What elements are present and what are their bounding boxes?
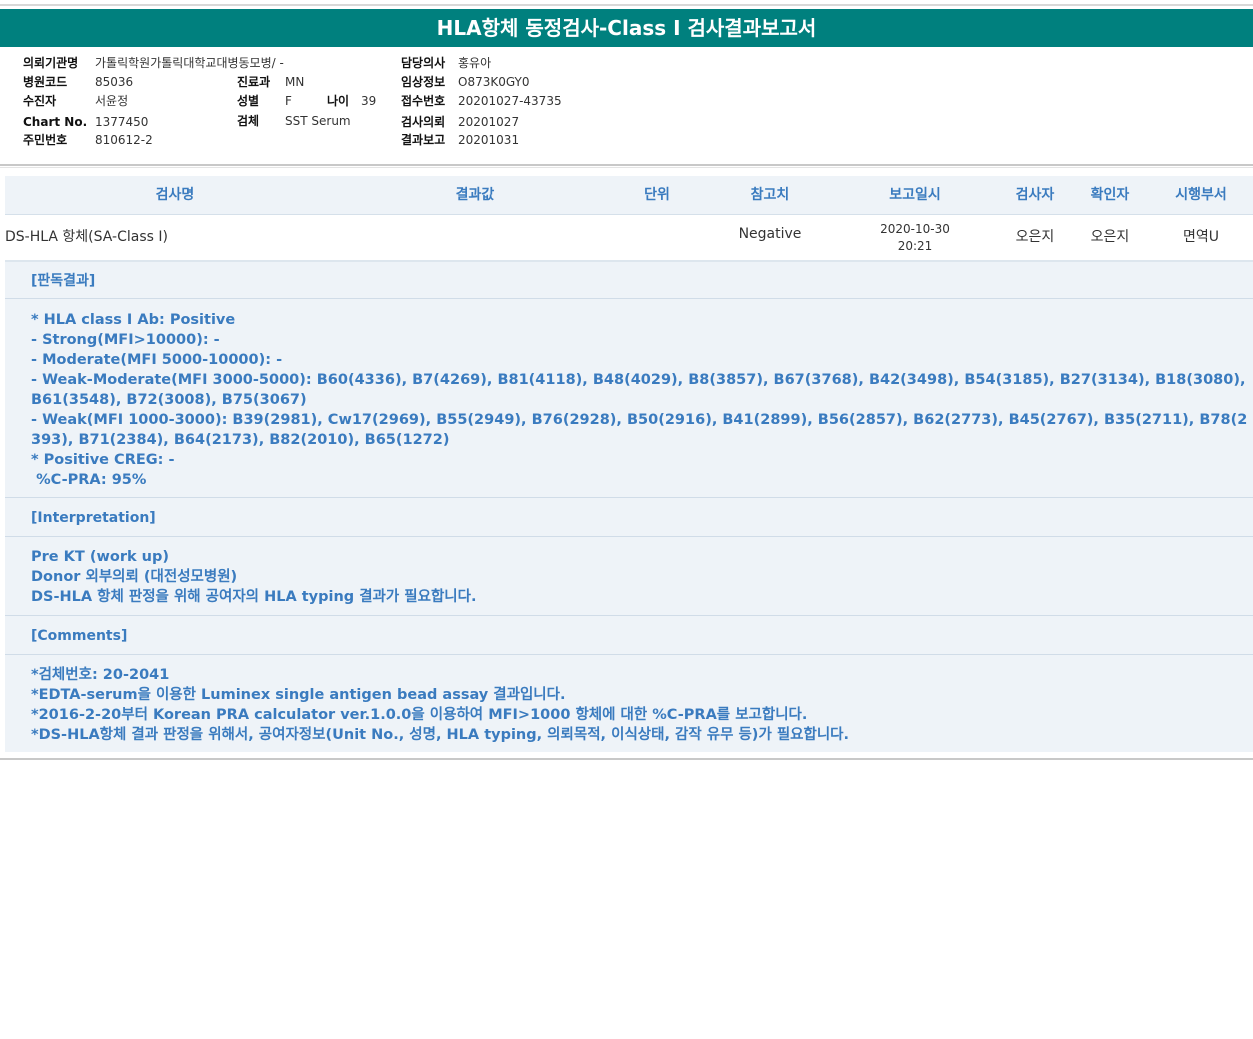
section-divider [5, 654, 1253, 655]
table-row[interactable]: DS-HLA 항체(SA-Class I) Negative 2020-10-3… [5, 215, 1253, 262]
cell-reference: Negative [738, 226, 802, 242]
cell-report-time: 20:21 [897, 239, 933, 253]
info-row-department: 진료과 MN [237, 73, 397, 92]
section-divider [5, 615, 1253, 616]
cell-report-datetime: 2020-10-30 20:21 [845, 221, 985, 255]
result-section-heading: [판독결과] [31, 273, 96, 289]
report-title: HLA항체 동정검사-Class I 검사결과보고서 [0, 9, 1253, 47]
info-value: F [285, 94, 292, 108]
info-label: 수진자 [23, 94, 57, 108]
info-label: 성별 [237, 94, 260, 108]
interpretation-text: Pre KT (work up) Donor 외부의뢰 (대전성모병원) DS-… [31, 549, 477, 605]
info-row-sex: 성별 F 나이 39 [237, 92, 397, 111]
top-border [0, 4, 1253, 6]
info-row-institution: 의뢰기관명 가톨릭학원가톨릭대학교대병동모병/ - [23, 54, 323, 73]
section-divider [5, 536, 1253, 537]
info-row-specimen: 검체 SST Serum [237, 112, 397, 131]
info-divider [0, 164, 1253, 166]
info-value: 홍유아 [458, 56, 492, 70]
info-value: 서윤정 [95, 94, 129, 108]
comments-text: *검체번호: 20-2041 *EDTA-serum을 이용한 Luminex … [31, 667, 850, 743]
info-value: 가톨릭학원가톨릭대학교대병동모병/ - [95, 56, 284, 70]
cell-confirmer: 오은지 [1090, 229, 1130, 245]
cell-tester: 오은지 [1015, 229, 1055, 245]
info-value: 20201027-43735 [458, 94, 562, 108]
interpretation-heading: [Interpretation] [31, 510, 156, 526]
info-divider-light [0, 167, 1253, 168]
info-value: MN [285, 75, 305, 89]
result-detail-panel: [판독결과] * HLA class I Ab: Positive - Stro… [5, 262, 1253, 752]
info-label: 의뢰기관명 [23, 56, 79, 70]
info-value: 20201027 [458, 115, 520, 129]
col-header-confirmer[interactable]: 확인자 [1070, 176, 1150, 214]
info-row-request-date: 검사의뢰 20201027 [401, 113, 601, 132]
section-divider [5, 298, 1253, 299]
col-header-tester[interactable]: 검사자 [995, 176, 1075, 214]
info-value-age: 39 [361, 94, 377, 108]
col-header-department[interactable]: 시행부서 [1155, 176, 1247, 214]
info-value: 810612-2 [95, 133, 153, 147]
info-label: 병원코드 [23, 75, 68, 89]
info-label: 검체 [237, 114, 260, 128]
info-label: 임상정보 [401, 75, 446, 89]
col-header-reference[interactable]: 참고치 [710, 176, 830, 214]
info-row-report-date: 결과보고 20201031 [401, 131, 601, 150]
col-header-report-datetime[interactable]: 보고일시 [845, 176, 985, 214]
col-header-unit[interactable]: 단위 [605, 176, 709, 214]
info-value: 20201031 [458, 133, 520, 147]
info-label: Chart No. [23, 115, 88, 129]
info-label: 검사의뢰 [401, 115, 446, 129]
col-header-test-name[interactable]: 검사명 [65, 176, 285, 214]
info-value: 1377450 [95, 115, 149, 129]
info-value: SST Serum [285, 114, 351, 128]
info-row-doctor: 담당의사 홍유아 [401, 54, 601, 73]
info-label: 진료과 [237, 75, 271, 89]
info-label: 주민번호 [23, 133, 68, 147]
col-header-result[interactable]: 결과값 [375, 176, 575, 214]
section-divider [5, 497, 1253, 498]
comments-heading: [Comments] [31, 628, 128, 644]
info-row-clinical: 임상정보 O873K0GY0 [401, 73, 601, 92]
info-row-receipt-no: 접수번호 20201027-43735 [401, 92, 601, 111]
info-label: 결과보고 [401, 133, 446, 147]
bottom-divider [0, 758, 1253, 760]
result-section-text: * HLA class I Ab: Positive - Strong(MFI>… [31, 312, 1248, 488]
info-row-resident-no: 주민번호 810612-2 [23, 131, 323, 150]
info-value: O873K0GY0 [458, 75, 530, 89]
info-label: 접수번호 [401, 94, 446, 108]
info-value: 85036 [95, 75, 134, 89]
cell-report-date: 2020-10-30 [880, 222, 950, 236]
result-table-header: 검사명 결과값 단위 참고치 보고일시 검사자 확인자 시행부서 [5, 176, 1253, 215]
cell-test-name: DS-HLA 항체(SA-Class I) [5, 229, 168, 245]
info-label-age: 나이 [327, 94, 350, 108]
cell-department: 면역U [1182, 229, 1219, 245]
info-label: 담당의사 [401, 56, 446, 70]
